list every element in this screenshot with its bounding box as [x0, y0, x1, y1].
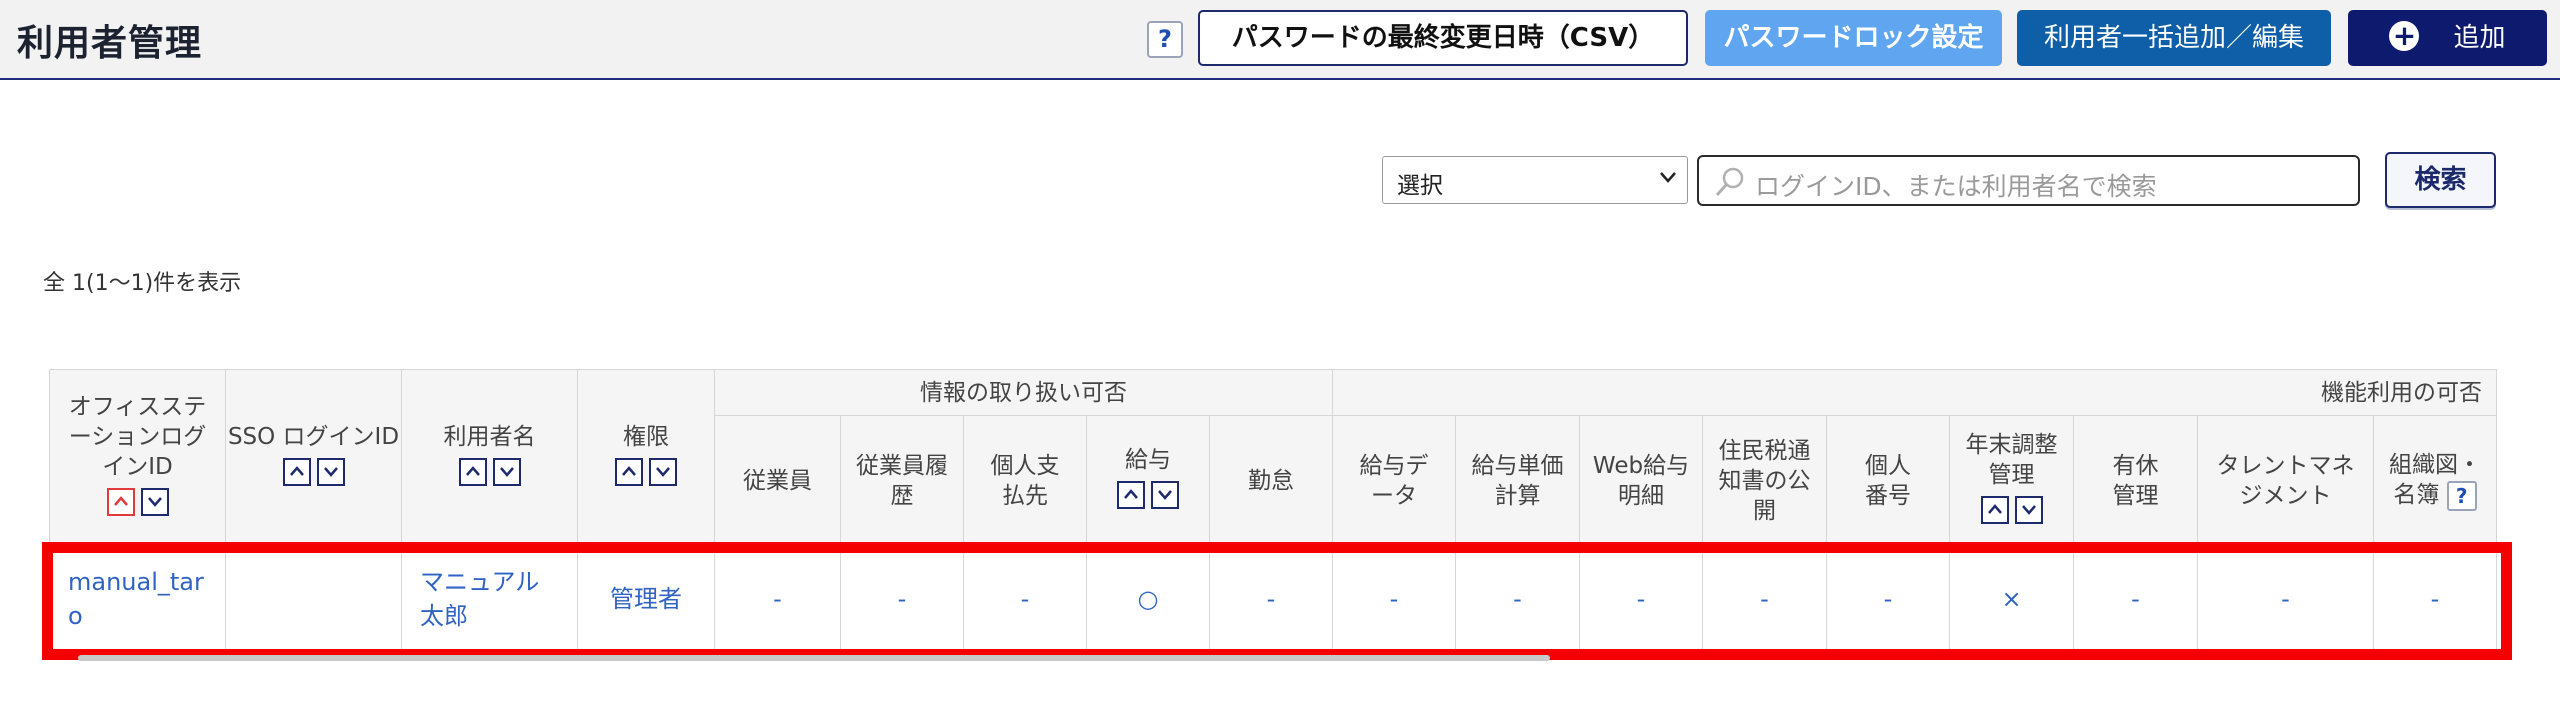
search-filter-select[interactable]: 選択: [1382, 156, 1688, 204]
role-sort: [615, 457, 677, 486]
col-info-personal-payee-label: 個人支払先: [990, 452, 1060, 509]
col-info-salary: 給与: [1086, 415, 1210, 546]
col-func-year-end: 年末調整管理: [1949, 415, 2074, 546]
page-title: 利用者管理: [17, 23, 203, 64]
col-func-resident-tax: 住民税通知書の公開: [1702, 415, 1827, 546]
page-header: 利用者管理 ? パスワードの最終変更日時（CSV） パスワードロック設定 利用者…: [0, 0, 2560, 80]
col-login-id: オフィスステーションログインID: [49, 369, 226, 546]
col-func-paid-leave-label: 有休管理: [2112, 452, 2159, 509]
password-lock-settings-button[interactable]: パスワードロック設定: [1705, 10, 2002, 66]
col-info-employee-history-label: 従業員履歴: [856, 452, 948, 509]
sort-desc-icon[interactable]: [492, 457, 521, 486]
help-icon[interactable]: ?: [2446, 480, 2477, 511]
sso-sort: [282, 457, 345, 486]
row-highlight-box: [42, 542, 2512, 660]
col-func-talent: タレントマネジメント: [2197, 415, 2374, 546]
result-count: 全 1(1〜1)件を表示: [43, 271, 242, 296]
col-sso-label: SSO ログインID: [227, 423, 400, 450]
name-sort: [458, 457, 521, 486]
sort-asc-icon[interactable]: [282, 457, 311, 486]
group-func-header: 機能利用の可否: [1332, 369, 2497, 416]
sort-desc-icon[interactable]: [649, 457, 677, 486]
col-sso-id: SSO ログインID: [225, 369, 402, 546]
col-name: 利用者名: [401, 369, 578, 546]
col-info-salary-label: 給与: [1125, 446, 1171, 473]
add-user-button[interactable]: + 追加: [2348, 10, 2547, 66]
col-func-org-chart: 組織図・名簿 ?: [2373, 415, 2497, 546]
col-func-web-payslip-label: Web給与明細: [1592, 452, 1690, 509]
search-icon: [1713, 165, 1747, 199]
bulk-add-edit-button[interactable]: 利用者一括追加／編集: [2017, 10, 2331, 66]
sort-asc-icon[interactable]: [1980, 495, 2009, 524]
add-user-label: 追加: [2453, 23, 2506, 53]
col-func-resident-tax-label: 住民税通知書の公開: [1718, 437, 1811, 524]
col-func-salary-data: 給与データ: [1332, 415, 1456, 546]
help-button[interactable]: ?: [1147, 21, 1183, 58]
search-input[interactable]: ログインID、または利用者名で検索: [1697, 155, 2360, 206]
col-func-paid-leave: 有休管理: [2073, 415, 2198, 546]
col-func-web-payslip: Web給与明細: [1579, 415, 1703, 546]
login-id-sort: [106, 487, 169, 516]
col-info-personal-payee: 個人支払先: [963, 415, 1087, 546]
col-func-org-chart-label: 組織図・名簿 ?: [2374, 450, 2496, 511]
col-name-label: 利用者名: [443, 423, 536, 450]
col-func-year-end-label: 年末調整管理: [1965, 431, 2058, 488]
col-func-unit-price-label: 給与単価計算: [1471, 452, 1564, 509]
col-login-id-label: オフィスステーションログインID: [68, 393, 207, 480]
col-func-salary-data-label: 給与データ: [1359, 452, 1429, 509]
sort-desc-icon[interactable]: [316, 457, 345, 486]
col-role: 権限: [577, 369, 715, 546]
search-placeholder: ログインID、または利用者名で検索: [1755, 172, 2157, 201]
password-change-csv-button[interactable]: パスワードの最終変更日時（CSV）: [1198, 10, 1688, 66]
sort-asc-icon[interactable]: [106, 487, 135, 516]
sort-desc-icon[interactable]: [1151, 480, 1179, 509]
col-func-my-number-label: 個人番号: [1865, 452, 1911, 509]
col-role-label: 権限: [623, 423, 669, 450]
col-func-unit-price: 給与単価計算: [1455, 415, 1580, 546]
col-func-my-number: 個人番号: [1826, 415, 1950, 546]
col-info-employee-history: 従業員履歴: [840, 415, 964, 546]
plus-circle-icon: +: [2389, 20, 2420, 51]
sort-asc-icon[interactable]: [1117, 480, 1145, 509]
sort-desc-icon[interactable]: [2014, 495, 2043, 524]
col-func-talent-label: タレントマネジメント: [2216, 452, 2355, 509]
sort-asc-icon[interactable]: [458, 457, 487, 486]
horizontal-scrollbar[interactable]: [78, 655, 1550, 661]
chevron-down-icon: [1659, 165, 1677, 189]
search-filter-value: 選択: [1397, 173, 1443, 199]
salary-sort: [1117, 480, 1179, 509]
col-info-employee: 従業員: [714, 415, 841, 546]
year-end-sort: [1980, 495, 2043, 524]
group-info-header: 情報の取り扱い可否: [714, 369, 1333, 416]
sort-asc-icon[interactable]: [615, 457, 643, 486]
col-info-attendance: 勤怠: [1209, 415, 1333, 546]
sort-desc-icon[interactable]: [140, 487, 169, 516]
search-button[interactable]: 検索: [2385, 152, 2496, 208]
